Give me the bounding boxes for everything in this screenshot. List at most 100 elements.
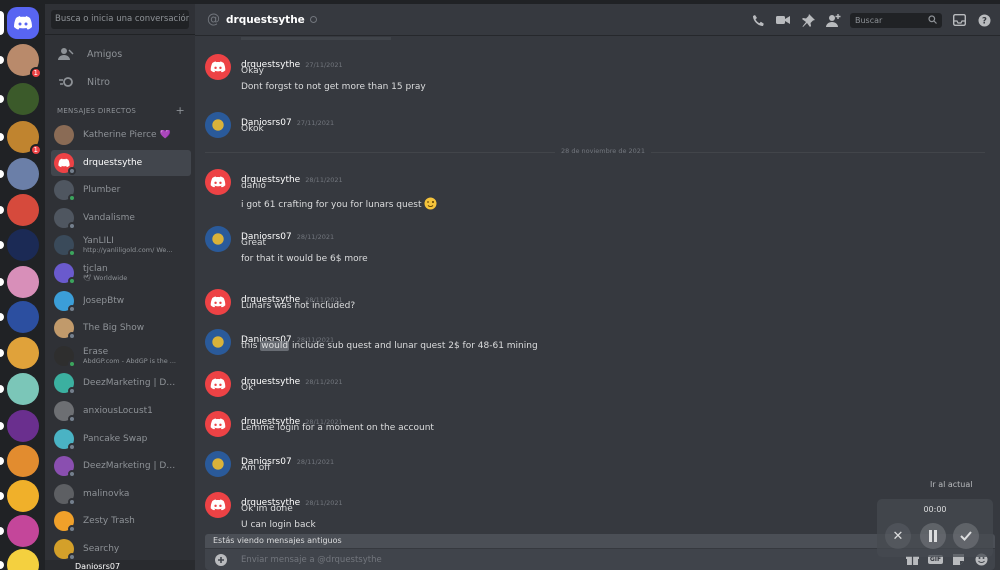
add-attachment-icon[interactable] bbox=[215, 553, 227, 566]
header-toolbar: Buscar ? bbox=[750, 12, 992, 28]
offline-status-icon bbox=[68, 497, 76, 506]
message-avatar[interactable] bbox=[205, 411, 231, 437]
dm-name: malinovka bbox=[83, 488, 130, 499]
dm-item[interactable]: YanLILI http://yanliligold.com/ We... bbox=[51, 232, 191, 258]
server-icon[interactable]: 1 bbox=[0, 44, 42, 79]
dm-item[interactable]: tjclan 🕊 Worldwide bbox=[51, 260, 191, 286]
server-icon[interactable] bbox=[0, 549, 39, 570]
pin-icon[interactable] bbox=[800, 12, 816, 28]
message-avatar[interactable] bbox=[205, 289, 231, 315]
server-icon[interactable] bbox=[0, 194, 39, 226]
dm-item[interactable]: anxiousLocust1 bbox=[51, 398, 191, 424]
dm-name: Erase bbox=[83, 346, 109, 357]
message-timestamp: 27/11/2021 bbox=[296, 119, 335, 127]
message-avatar[interactable] bbox=[205, 226, 231, 252]
server-avatar bbox=[7, 194, 39, 226]
dm-item[interactable]: Pancake Swap bbox=[51, 426, 191, 452]
dm-text: malinovka bbox=[83, 489, 183, 499]
message-avatar[interactable] bbox=[205, 371, 231, 397]
inbox-icon[interactable] bbox=[951, 12, 967, 28]
message-list: 28 de noviembre de 2021 drquestsythe 27/1… bbox=[195, 37, 1000, 537]
date-divider-label: 28 de noviembre de 2021 bbox=[555, 147, 652, 155]
dm-text: anxiousLocust1 bbox=[83, 406, 183, 416]
dm-item[interactable]: The Big Show bbox=[51, 315, 191, 341]
server-icon[interactable]: 1 bbox=[0, 121, 42, 156]
message-timestamp: 28/11/2021 bbox=[305, 499, 343, 507]
nav-friends-label: Amigos bbox=[87, 48, 123, 60]
dm-item[interactable]: DeezMarketing | DM i... bbox=[51, 370, 191, 396]
dm-item[interactable]: Zesty Trash bbox=[51, 508, 191, 534]
server-icon[interactable] bbox=[0, 410, 39, 442]
message-avatar[interactable] bbox=[205, 492, 231, 518]
message-timestamp: 28/11/2021 bbox=[296, 233, 335, 241]
server-icon[interactable] bbox=[0, 266, 39, 298]
add-dm-button[interactable]: + bbox=[175, 104, 185, 117]
server-avatar bbox=[7, 158, 39, 190]
nav-friends[interactable]: Amigos bbox=[51, 42, 189, 66]
dm-name: JosepBtw bbox=[83, 295, 125, 306]
phone-call-icon[interactable] bbox=[750, 12, 766, 28]
avatar bbox=[54, 456, 76, 479]
server-avatar bbox=[7, 549, 39, 570]
mention-badge: 1 bbox=[29, 144, 42, 156]
server-icon[interactable] bbox=[0, 229, 39, 261]
server-icon[interactable] bbox=[0, 158, 39, 190]
server-icon[interactable] bbox=[0, 301, 39, 333]
server-indicator bbox=[0, 206, 4, 214]
wink-emoji-icon bbox=[424, 197, 437, 210]
message-input[interactable]: Enviar mensaje a @drquestsythe bbox=[241, 555, 382, 565]
dm-item[interactable]: Searchy bbox=[51, 536, 191, 562]
dm-item[interactable]: drquestsythe bbox=[51, 149, 191, 176]
user-panel: Daniosrs07 bbox=[45, 560, 195, 570]
avatar bbox=[54, 152, 76, 175]
dm-text: drquestsythe bbox=[83, 158, 183, 168]
dm-item[interactable]: Vandalisme bbox=[51, 205, 191, 231]
user-name: Daniosrs07 bbox=[75, 562, 121, 570]
avatar bbox=[54, 428, 76, 451]
dm-item[interactable]: malinovka bbox=[51, 481, 191, 507]
online-status-icon bbox=[68, 194, 76, 203]
dm-text: The Big Show bbox=[83, 323, 183, 333]
server-icon[interactable] bbox=[0, 515, 39, 547]
online-status-icon bbox=[68, 359, 76, 368]
nav-nitro[interactable]: Nitro bbox=[51, 70, 189, 94]
message-header: drquestsythe 28/11/2021 bbox=[241, 369, 343, 388]
message-avatar[interactable] bbox=[205, 451, 231, 477]
message-avatar[interactable] bbox=[205, 169, 231, 195]
server-icon[interactable] bbox=[0, 337, 39, 369]
server-indicator bbox=[0, 313, 4, 321]
server-indicator bbox=[0, 278, 4, 286]
message-text: danio bbox=[241, 181, 266, 191]
add-friend-icon[interactable] bbox=[825, 12, 841, 28]
video-call-icon[interactable] bbox=[775, 12, 791, 28]
close-icon[interactable]: ✕ bbox=[885, 523, 911, 549]
server-icon[interactable] bbox=[0, 373, 39, 405]
server-icon[interactable] bbox=[0, 445, 39, 477]
chat-search-input[interactable]: Buscar bbox=[850, 12, 942, 28]
check-icon[interactable] bbox=[953, 523, 979, 549]
jump-to-present-label[interactable]: Ir al actual bbox=[930, 480, 973, 489]
avatar bbox=[54, 345, 76, 368]
help-icon[interactable]: ? bbox=[976, 12, 992, 28]
online-status-icon bbox=[68, 249, 76, 258]
message-avatar[interactable] bbox=[205, 329, 231, 355]
offline-status-icon bbox=[68, 332, 76, 341]
message-text: Great bbox=[241, 238, 267, 248]
dm-item[interactable]: DeezMarketing | DM i... bbox=[51, 453, 191, 479]
message-avatar[interactable] bbox=[205, 112, 231, 138]
server-icon[interactable] bbox=[0, 480, 39, 512]
dm-search-input[interactable]: Busca o inicia una conversación bbox=[51, 10, 189, 29]
message-avatar[interactable] bbox=[205, 54, 231, 80]
dm-item[interactable]: Plumber bbox=[51, 177, 191, 203]
dm-item[interactable]: Erase AbdGP.com - AbdGP is the ... bbox=[51, 343, 191, 369]
server-icon[interactable] bbox=[0, 83, 39, 115]
message-text: Ok im done bbox=[241, 504, 293, 514]
dm-item[interactable]: Katherine Pierce 💜 bbox=[51, 122, 191, 148]
message-text: Okok bbox=[241, 124, 264, 134]
avatar bbox=[54, 511, 76, 534]
message-text: Dont forgst to not get more than 15 pray bbox=[241, 82, 426, 92]
pause-icon[interactable] bbox=[920, 523, 946, 549]
discord-home-button[interactable] bbox=[0, 7, 39, 39]
dm-item[interactable]: JosepBtw bbox=[51, 288, 191, 314]
online-status-icon bbox=[68, 277, 76, 285]
